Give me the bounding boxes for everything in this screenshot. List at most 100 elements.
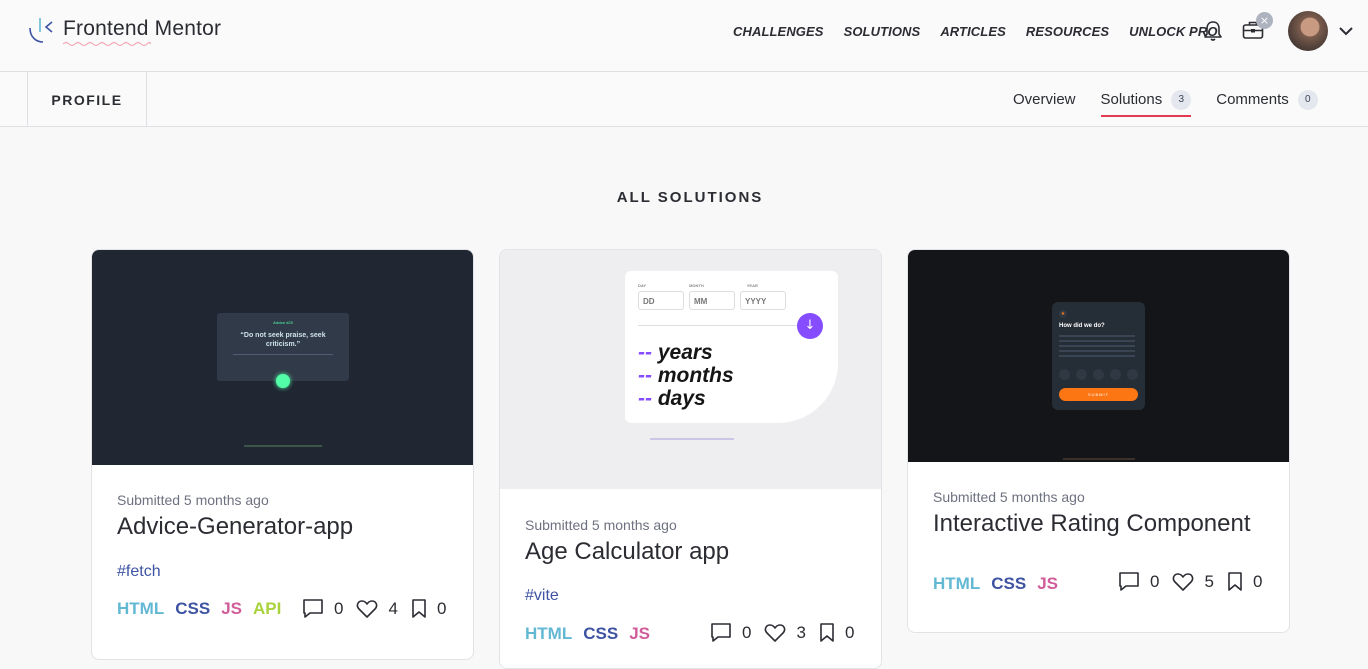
bookmark-icon — [820, 623, 834, 642]
profile-subnav: PROFILE Overview Solutions 3 Comments 0 — [0, 72, 1368, 127]
language-list: HTML CSS JS — [933, 574, 1058, 594]
age-calc-preview-card: DAY MONTH YEAR DD MM YYYY ↓ -- years -- mo… — [625, 271, 838, 423]
lang-js: JS — [221, 599, 242, 618]
heart-icon — [765, 623, 786, 642]
comment-icon — [303, 599, 323, 618]
advice-preview-card: Advice #25 “Do not seek praise, seek cri… — [217, 313, 349, 381]
solution-title[interactable]: Age Calculator app — [525, 538, 729, 566]
comments-stat[interactable]: 0 — [710, 622, 751, 643]
rating-preview-card: ★ How did we do? SUBMIT — [1052, 302, 1145, 410]
main-nav: CHALLENGES SOLUTIONS ARTICLES RESOURCES … — [733, 24, 1218, 39]
likes-count: 3 — [796, 622, 806, 642]
lang-html: HTML — [525, 624, 573, 643]
top-navigation-bar: Frontend Mentor CHALLENGES SOLUTIONS ART… — [0, 0, 1368, 72]
brand-name: Frontend Mentor — [63, 17, 221, 47]
bookmark-icon — [1228, 572, 1242, 591]
profile-heading[interactable]: PROFILE — [27, 72, 147, 127]
solution-tag[interactable]: #vite — [525, 587, 559, 605]
comments-count: 0 — [1150, 571, 1160, 591]
rating-option — [1059, 369, 1070, 380]
lang-js: JS — [629, 624, 650, 643]
brand-underline-squiggle — [63, 41, 151, 47]
tab-comments[interactable]: Comments 0 — [1216, 89, 1318, 110]
result-days: -- days — [638, 387, 734, 410]
result-months: -- months — [638, 364, 734, 387]
section-title: ALL SOLUTIONS — [616, 189, 764, 206]
date-field-labels: DAY MONTH YEAR — [638, 283, 758, 288]
dice-icon — [276, 374, 290, 388]
submitted-time: Submitted 5 months ago — [933, 489, 1085, 505]
user-avatar[interactable] — [1288, 11, 1328, 51]
nav-resources[interactable]: RESOURCES — [1026, 24, 1109, 39]
lang-css: CSS — [991, 574, 1027, 593]
likes-stat[interactable]: 3 — [764, 622, 806, 643]
lang-html: HTML — [117, 599, 165, 618]
nav-challenges[interactable]: CHALLENGES — [733, 24, 824, 39]
nav-solutions[interactable]: SOLUTIONS — [844, 24, 921, 39]
comment-icon — [711, 623, 731, 642]
rating-description-lines — [1059, 335, 1135, 357]
advice-preview-label: Advice #25 — [273, 320, 293, 325]
lang-api: API — [252, 599, 282, 618]
bookmarks-stat[interactable]: 0 — [1227, 571, 1262, 592]
nav-articles[interactable]: ARTICLES — [940, 24, 1006, 39]
solution-card[interactable]: ★ How did we do? SUBMIT Submitted 5 mont… — [907, 249, 1290, 633]
solution-stats: 0 5 0 — [1118, 571, 1262, 592]
dash-days: -- — [638, 387, 652, 410]
comments-stat[interactable]: 0 — [1118, 571, 1159, 592]
rating-option — [1127, 369, 1138, 380]
comments-stat[interactable]: 0 — [302, 598, 343, 619]
lang-js: JS — [1037, 574, 1058, 593]
bookmarks-stat[interactable]: 0 — [819, 622, 854, 643]
heart-icon — [357, 599, 378, 618]
language-list: HTML CSS JS API — [117, 599, 281, 619]
comment-icon — [1119, 572, 1139, 591]
result-lines: -- years -- months -- days — [638, 341, 734, 410]
lang-css: CSS — [583, 624, 619, 643]
dismiss-badge-close-icon[interactable]: × — [1256, 12, 1273, 29]
submitted-time: Submitted 5 months ago — [117, 492, 269, 508]
rating-option — [1110, 369, 1121, 380]
solution-title[interactable]: Advice-Generator-app — [117, 513, 353, 541]
solution-card[interactable]: DAY MONTH YEAR DD MM YYYY ↓ -- years -- mo… — [499, 249, 882, 669]
preview-divider — [638, 325, 798, 326]
years-word: years — [657, 341, 713, 364]
preview-footer-line — [1063, 458, 1135, 460]
solution-card[interactable]: Advice #25 “Do not seek praise, seek cri… — [91, 249, 474, 660]
likes-stat[interactable]: 4 — [356, 599, 398, 619]
lang-css: CSS — [175, 599, 211, 618]
frontend-mentor-logo-icon — [29, 18, 53, 43]
bookmarks-count: 0 — [436, 598, 447, 618]
bookmark-icon — [412, 599, 426, 618]
bookmarks-count: 0 — [1252, 571, 1263, 591]
dash-years: -- — [638, 341, 652, 364]
solution-tag[interactable]: #fetch — [117, 563, 161, 581]
tab-solutions-label: Solutions — [1100, 91, 1163, 108]
rating-options — [1059, 369, 1138, 380]
rating-option — [1093, 369, 1104, 380]
advice-preview-divider — [233, 354, 333, 355]
days-word: days — [657, 387, 706, 410]
submitted-time: Submitted 5 months ago — [525, 517, 677, 533]
solution-preview-image[interactable]: Advice #25 “Do not seek praise, seek cri… — [92, 250, 473, 465]
bell-icon[interactable] — [1203, 20, 1223, 42]
tab-overview[interactable]: Overview — [1013, 91, 1076, 108]
tab-solutions[interactable]: Solutions 3 — [1100, 89, 1192, 117]
month-label: MONTH — [689, 283, 704, 288]
month-input: MM — [689, 291, 735, 310]
bookmarks-stat[interactable]: 0 — [411, 598, 446, 619]
profile-tabs: Overview Solutions 3 Comments 0 — [1013, 72, 1318, 127]
dash-months: -- — [638, 364, 652, 387]
solution-preview-image[interactable]: DAY MONTH YEAR DD MM YYYY ↓ -- years -- mo… — [500, 250, 881, 489]
lang-html: HTML — [933, 574, 981, 593]
comments-count-badge: 0 — [1297, 89, 1318, 110]
tab-overview-label: Overview — [1013, 91, 1076, 108]
solution-title[interactable]: Interactive Rating Component — [933, 510, 1251, 538]
brand-logo[interactable]: Frontend Mentor — [27, 14, 221, 47]
day-input: DD — [638, 291, 684, 310]
chevron-down-icon[interactable] — [1338, 26, 1354, 36]
likes-stat[interactable]: 5 — [1172, 572, 1214, 592]
result-years: -- years — [638, 341, 734, 364]
solution-preview-image[interactable]: ★ How did we do? SUBMIT — [908, 250, 1289, 462]
comments-count: 0 — [742, 622, 752, 642]
